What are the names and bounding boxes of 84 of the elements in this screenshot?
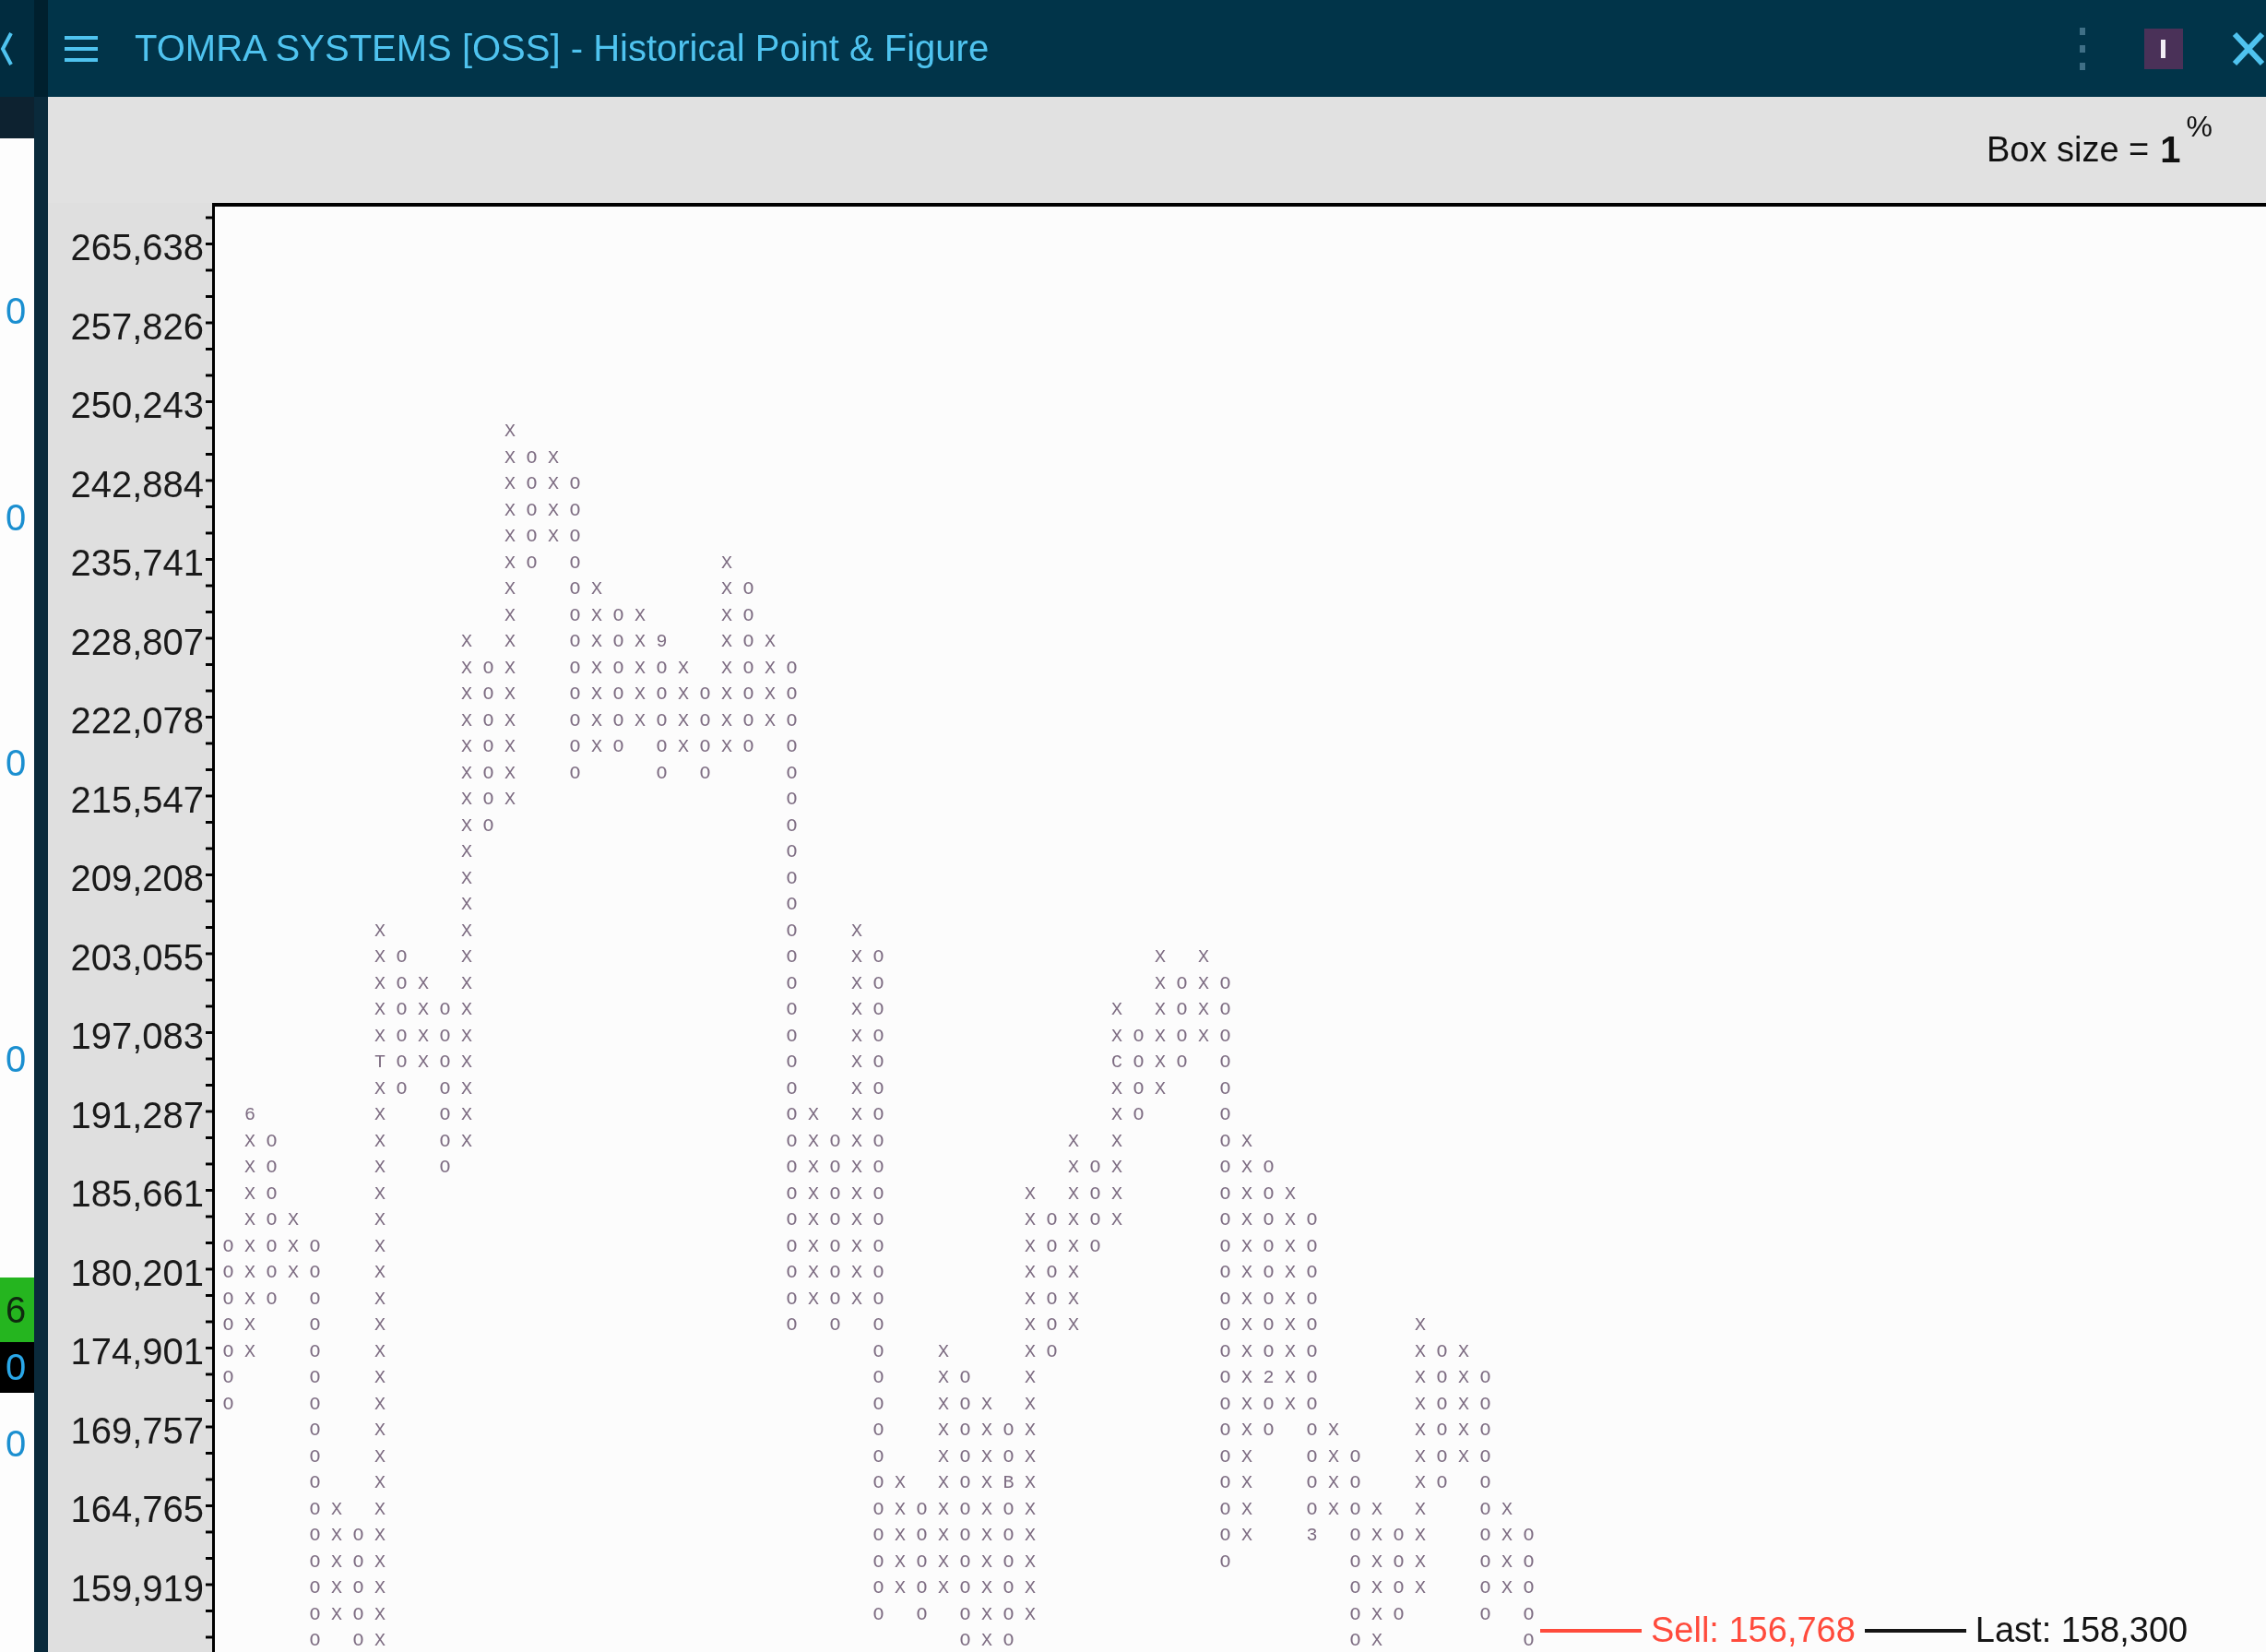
point-figure-row-text: O OX OXO OX O <box>308 1629 1546 1652</box>
point-figure-row-text: OX O X O X XO OXOXO XOX <box>222 1339 1480 1364</box>
status-cell: 0 <box>0 1342 34 1393</box>
axis-label: 215,547 <box>69 778 205 822</box>
axis-label: 159,919 <box>69 1566 205 1610</box>
point-figure-row-text: XO OX O XO XOX O <box>374 1076 1242 1101</box>
box-size-label: Box size = <box>1986 130 2150 170</box>
point-figure-row-text: XOX OXO OXOXO O <box>460 735 809 759</box>
point-figure-row-text: 6 X OX OX XO XO O <box>243 1103 1242 1127</box>
point-figure-row-text: O X O XOXOX OX OXO XOXO <box>308 1444 1502 1469</box>
axis-label: 180,201 <box>69 1251 205 1295</box>
menu-icon[interactable] <box>65 35 98 62</box>
axis-label: 250,243 <box>69 384 205 427</box>
axis-label: 228,807 <box>69 620 205 664</box>
point-figure-row-text: TOXOX O XO COXO O <box>374 1051 1242 1075</box>
point-figure-row-text: XOXOX O XO X XOXO <box>374 998 1242 1022</box>
point-figure-row-text: XO O X <box>504 551 743 576</box>
side-panel-toolbar <box>0 97 34 138</box>
point-figure-row-text: OX X OXOXOXOX OX OXOX X OX <box>308 1497 1524 1522</box>
axis-label: 185,661 <box>69 1172 205 1216</box>
point-figure-row-text: OXOX OXOXOXOX OXOX OXO <box>308 1576 1546 1600</box>
point-figure-row-text: XOXOX O XO XOXOXO <box>374 1024 1242 1049</box>
point-figure-row-text: XO X OXOXO X XOX OXOX <box>243 1182 1307 1206</box>
point-figure-row-text: XO O <box>460 814 809 838</box>
point-figure-row-text: X O <box>460 893 809 917</box>
side-value: 0 <box>5 1422 28 1466</box>
axis-label: 209,208 <box>69 857 205 900</box>
point-figure-row-text: XOX X O XO XOXO <box>374 971 1242 996</box>
point-figure-row-text: X O <box>460 840 809 864</box>
axis-label: 242,884 <box>69 462 205 506</box>
axis-label: 197,083 <box>69 1015 205 1058</box>
point-figure-row-text: X OXOX XO <box>504 603 765 628</box>
point-figure-row-text: XOXO <box>504 525 592 549</box>
point-figure-row-text: XOXO <box>504 472 592 496</box>
side-value: 0 <box>5 496 28 540</box>
point-figure-row-text: XO X OX OXOXO X X OX <box>243 1129 1264 1154</box>
axis-label: 164,765 <box>69 1488 205 1531</box>
point-figure-row-text: O O X O XO X OX2XO XOXO <box>222 1366 1502 1390</box>
point-figure-row-text: XOXO <box>504 498 592 523</box>
point-figure-row-text: X OX XO <box>504 577 765 601</box>
point-figure-row-text: X O <box>460 866 809 891</box>
close-icon[interactable] <box>2231 30 2266 67</box>
point-figure-row-text: O X O XOXOX OXO OX XOXO <box>308 1419 1502 1443</box>
point-figure-row-text: XO X O XO X X <box>374 945 1220 969</box>
box-size-unit: % <box>2186 110 2213 144</box>
point-figure-row-text: XOX O O O O <box>460 761 809 786</box>
box-size-value: 1 <box>2160 129 2181 171</box>
point-figure-row-text: X <box>504 420 527 444</box>
point-figure-row-text: XOX X OXOXO XOXOX OXOXO <box>243 1208 1329 1232</box>
more-options-icon[interactable] <box>2078 27 2087 70</box>
window-title: TOMRA SYSTEMS [OSS] - Historical Point & Figure <box>135 28 990 69</box>
point-figure-row-text: XOX O <box>460 788 809 812</box>
axis-label: 257,826 <box>69 304 205 349</box>
axis-label: 235,741 <box>69 541 205 585</box>
point-figure-row-text: X X OXOX9 XOX <box>460 630 787 654</box>
point-figure-row-text: OXOXO X OXOXO XOX OXOXO <box>222 1261 1329 1285</box>
point-figure-row-text: OXOXO X OXOXO XOXO OXOXO <box>222 1234 1329 1259</box>
point-figure-row-text: OXOX OXOXOXOX OX 3 OXOX OXO <box>308 1524 1546 1548</box>
point-figure-row-text: XOX <box>504 446 570 470</box>
axis-label: 174,901 <box>69 1330 205 1373</box>
axis-label: 222,078 <box>69 699 205 743</box>
point-figure-row-text: XOX OXOXOX XOXO <box>460 656 809 681</box>
point-figure-row-text: OX O X O O O XOX OXOXO X <box>222 1313 1437 1337</box>
point-figure-row-text: OXO O X OXOXO XOX OXOXO <box>222 1287 1329 1312</box>
axis-label: 191,287 <box>69 1093 205 1137</box>
point-figure-row-text: XO X O OXOXO XOX OXO <box>243 1156 1286 1180</box>
point-figure-row-text: XOX OXOXOXOXOXO <box>460 708 809 733</box>
axis-label: 169,757 <box>69 1408 205 1453</box>
point-figure-row-text: O X OX XOXBX OX OXO XO O <box>308 1471 1502 1495</box>
point-figure-row-text: OXOX OXOXOXOX O OXOX OXO <box>308 1550 1546 1575</box>
side-value: 0 <box>5 742 28 785</box>
point-figure-row-text: O O X O XOX X OXOXO XOXO <box>222 1392 1502 1417</box>
axis-label: 203,055 <box>69 935 205 980</box>
sell-price-label: Sell: 156,768 <box>1651 1610 1856 1650</box>
window-square-icon[interactable] <box>2144 28 2183 69</box>
point-figure-row-text: XOX OXOXOXOXOXO <box>460 683 809 707</box>
chevron-left-icon[interactable] <box>0 30 13 67</box>
last-price-label: Last: 158,300 <box>1975 1610 2189 1650</box>
side-value: 0 <box>5 1038 28 1081</box>
axis-label: 265,638 <box>69 226 205 269</box>
side-value: 0 <box>5 290 28 333</box>
status-cell: 6 <box>0 1278 34 1342</box>
point-figure-row-text: OXOX O O OXOX OXO O O <box>308 1602 1546 1627</box>
point-figure-row-text: X X O X <box>374 919 873 944</box>
